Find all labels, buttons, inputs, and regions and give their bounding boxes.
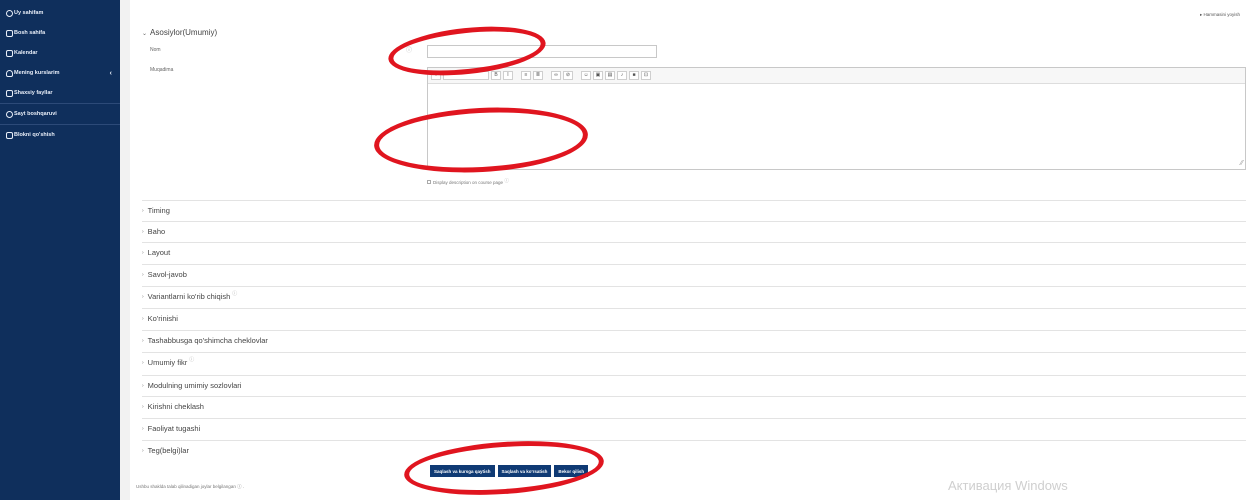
emoji-button[interactable]: ☺ (581, 71, 591, 80)
name-label: Nom (150, 47, 161, 53)
chevron-right-icon: › (142, 293, 144, 300)
chevron-right-icon: › (142, 249, 144, 256)
unlink-button[interactable]: ⊘ (563, 71, 573, 80)
section-title: Savol-javob (147, 270, 187, 279)
chevron-right-icon: › (142, 271, 144, 278)
chevron-right-icon: › (142, 447, 144, 454)
section-title: Asosiylor(Umumiy) (150, 28, 218, 37)
checkbox-icon[interactable] (427, 180, 431, 184)
expand-all-link[interactable]: ▸ Hammasini yoyish (1200, 12, 1240, 18)
chevron-right-icon: › (142, 207, 144, 214)
section-review-options[interactable]: › Variantlarni ko'rib chiqish ⓘ (142, 286, 1246, 306)
section-question-behaviour[interactable]: › Savol-javob (142, 264, 1246, 284)
chevron-down-icon: ⌄ (142, 31, 148, 37)
help-icon[interactable]: ⓘ (504, 178, 509, 183)
plus-box-icon (6, 131, 13, 139)
bullet-list-button[interactable]: ≡ (521, 71, 531, 80)
section-title: Layout (147, 248, 171, 257)
graduation-icon (6, 69, 13, 77)
image-button[interactable]: ▣ (593, 71, 603, 80)
chevron-left-icon[interactable]: ‹ (110, 70, 112, 77)
section-overall-feedback[interactable]: › Umumiy fikr ⓘ (142, 352, 1246, 372)
record-audio-button[interactable]: ♪ (617, 71, 627, 80)
chevron-right-icon: › (142, 359, 144, 366)
gutter (120, 0, 130, 500)
general-section-header[interactable]: ⌄ Asosiylor(Umumiy) (142, 28, 217, 37)
sidebar-item-my-courses[interactable]: Mening kurslarim ‹ (0, 63, 120, 83)
home-icon (6, 9, 13, 17)
help-icon[interactable]: ⓘ (189, 356, 194, 363)
sidebar-item-label: Blokni qo'shish (14, 132, 55, 138)
media-button[interactable]: ▤ (605, 71, 615, 80)
section-extra-restrictions[interactable]: › Tashabbusga qo'shimcha cheklovlar (142, 330, 1246, 350)
section-restrict-access[interactable]: › Kirishni cheklash (142, 396, 1246, 416)
sidebar-item-label: Mening kurslarim (14, 70, 60, 76)
section-title: Ko'rinishi (147, 314, 178, 323)
sidebar-item-private-files[interactable]: Shaxsiy fayllar (0, 83, 120, 103)
chevron-right-icon: › (142, 403, 144, 410)
section-appearance[interactable]: › Ko'rinishi (142, 308, 1246, 328)
chevron-right-icon: › (142, 425, 144, 432)
sidebar-item-calendar[interactable]: Kalendar (0, 43, 120, 63)
sidebar-item-home[interactable]: Uy sahifam (0, 3, 120, 23)
file-icon (6, 89, 13, 97)
section-title: Timing (147, 206, 170, 215)
editor-toolbar: ▾ B I ≡ ≣ ∞ ⊘ ☺ ▣ ▤ ♪ ■ ⊡ (428, 68, 1245, 84)
italic-button[interactable]: I (503, 71, 513, 80)
link-button[interactable]: ∞ (551, 71, 561, 80)
calendar-icon (6, 49, 13, 57)
resize-handle-icon[interactable]: ⁄⁄ (1241, 160, 1243, 167)
section-title: Tashabbusga qo'shimcha cheklovlar (147, 336, 268, 345)
help-icon[interactable]: ⓘ (232, 290, 237, 297)
required-fields-note: Ushbu shaklda talab qilinadigan joylar b… (136, 484, 245, 489)
manage-files-button[interactable]: ⊡ (641, 71, 651, 80)
record-video-button[interactable]: ■ (629, 71, 639, 80)
section-layout[interactable]: › Layout (142, 242, 1246, 262)
section-title: Umumiy fikr (147, 358, 188, 367)
section-common-module-settings[interactable]: › Modulning umimiy sozlovlari (142, 375, 1246, 395)
main-form: ▸ Hammasini yoyish ⌄ Asosiylor(Umumiy) No… (130, 0, 1246, 501)
section-tags[interactable]: › Teg(belgi)lar (142, 440, 1246, 460)
section-title: Variantlarni ko'rib chiqish (147, 292, 231, 301)
sidebar-item-label: Sayt boshqaruvi (14, 111, 57, 117)
section-title: Teg(belgi)lar (147, 446, 189, 455)
gear-icon (6, 110, 13, 118)
windows-activation-watermark: Активация Windows (948, 478, 1068, 493)
section-title: Kirishni cheklash (147, 402, 204, 411)
numbered-list-button[interactable]: ≣ (533, 71, 543, 80)
chevron-right-icon: › (142, 315, 144, 322)
sidebar-item-add-block[interactable]: Blokni qo'shish (0, 125, 120, 145)
section-title: Faoliyat tugashi (147, 424, 201, 433)
sidebar-item-site-admin[interactable]: Sayt boshqaruvi (0, 104, 120, 124)
chevron-right-icon: › (142, 337, 144, 344)
house-icon (6, 29, 13, 37)
chevron-right-icon: › (142, 228, 144, 235)
sidebar-item-label: Bosh sahifa (14, 30, 46, 36)
sidebar-item-label: Uy sahifam (14, 10, 44, 16)
display-description-checkbox[interactable]: Display description on course page ⓘ (427, 178, 509, 186)
sidebar-item-label: Shaxsiy fayllar (14, 90, 53, 96)
section-title: Baho (147, 227, 166, 236)
display-description-label: Display description on course page (433, 180, 504, 185)
chevron-right-icon: › (142, 382, 144, 389)
section-title: Modulning umimiy sozlovlari (147, 381, 242, 390)
description-label: Muqadima (150, 67, 174, 73)
sidebar: Uy sahifam Bosh sahifa Kalendar Mening k… (0, 0, 120, 500)
sidebar-item-label: Kalendar (14, 50, 38, 56)
bold-button[interactable]: B (491, 71, 501, 80)
sidebar-item-site-home[interactable]: Bosh sahifa (0, 23, 120, 43)
section-grade[interactable]: › Baho (142, 221, 1246, 241)
section-timing[interactable]: › Timing (142, 200, 1246, 220)
section-activity-completion[interactable]: › Faoliyat tugashi (142, 418, 1246, 438)
